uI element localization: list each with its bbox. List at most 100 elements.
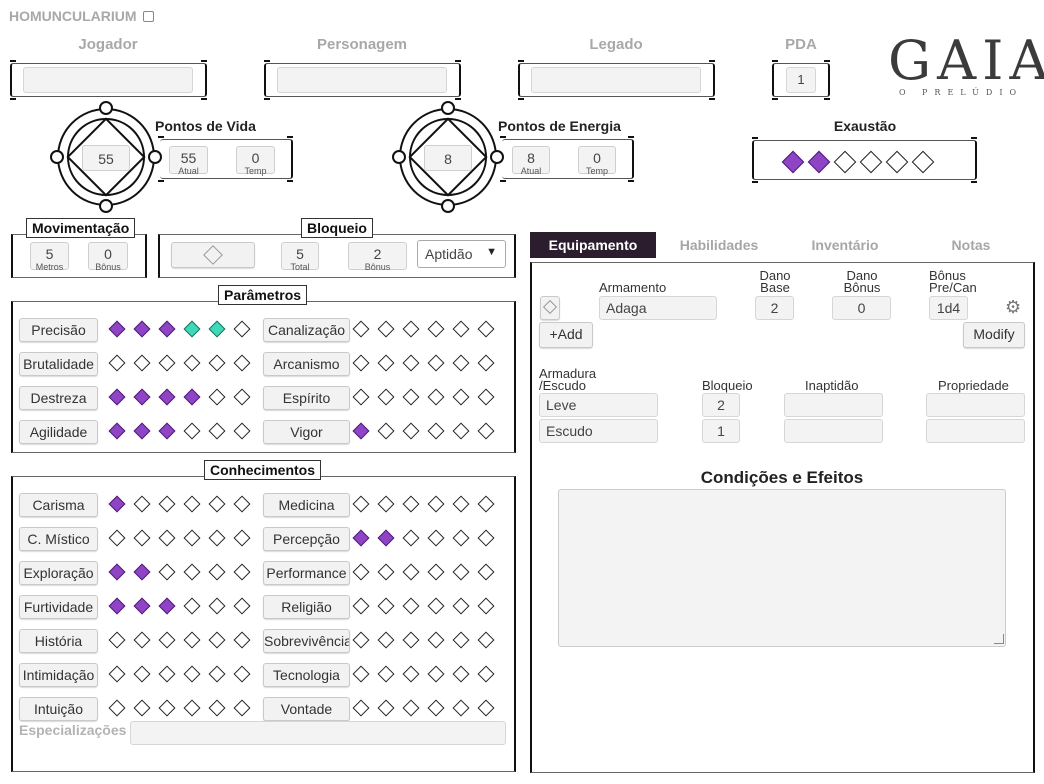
bloqueio-bonus-input[interactable]: 2 Bônus — [348, 242, 407, 272]
modify-button[interactable]: Modify — [963, 322, 1025, 348]
bloqueio-select[interactable]: Aptidão ▼ — [417, 240, 506, 268]
conhecimentos-right-skill-button[interactable]: Sobrevivência — [263, 629, 350, 653]
exaustao-label: Exaustão — [833, 118, 897, 134]
bloqueio-total-label: Total — [290, 262, 310, 272]
bloqueio-bonus-label: Bônus — [364, 262, 391, 272]
personagem-input[interactable] — [277, 67, 447, 93]
armamento-input[interactable]: Adaga — [599, 296, 717, 320]
vida-temp-value: 0 — [251, 150, 260, 166]
armor-bloqueio-input[interactable]: 2 — [702, 393, 740, 417]
energia-max-input[interactable]: 8 — [424, 145, 472, 171]
conhecimentos-left-skill-button[interactable]: Intimidação — [19, 663, 98, 687]
condicoes-textarea[interactable] — [558, 489, 1006, 647]
armadura-label-line2: /Escudo — [539, 378, 586, 393]
bloqueio-roll-button[interactable] — [171, 242, 255, 268]
jogador-label: Jogador — [78, 36, 138, 53]
vida-atual-input[interactable]: 55 Atual — [169, 146, 208, 176]
bloqueio-total-value: 5 — [296, 246, 304, 262]
parametros-right-skill-button[interactable]: Vigor — [263, 420, 350, 444]
armor-propriedade-input[interactable] — [926, 393, 1025, 417]
conhecimentos-left-skill-button[interactable]: Carisma — [19, 493, 98, 517]
exaustao-diamond[interactable] — [807, 150, 831, 174]
energia-label: Pontos de Energia — [498, 118, 621, 134]
parametros-left-skill-button[interactable]: Brutalidade — [19, 352, 98, 376]
conhecimentos-right-skill-button[interactable]: Percepção — [263, 527, 350, 551]
vida-max-value: 55 — [98, 151, 114, 167]
chevron-down-icon: ▼ — [486, 246, 497, 258]
legado-label: Legado — [589, 36, 643, 53]
vida-atual-label: Atual — [178, 166, 199, 176]
dano-base-label: Dano Base — [752, 269, 798, 294]
tab-equipamento[interactable]: Equipamento — [530, 232, 656, 258]
tab-habilidades[interactable]: Habilidades — [656, 232, 782, 258]
conhecimentos-right-skill-button[interactable]: Performance — [263, 561, 350, 585]
armor-bloqueio-input[interactable]: 1 — [702, 419, 740, 443]
exaustao-diamond[interactable] — [911, 150, 935, 174]
vida-temp-input[interactable]: 0 Temp — [236, 146, 275, 176]
exaustao-diamond[interactable] — [859, 150, 883, 174]
legado-input[interactable] — [531, 67, 701, 93]
bloqueio-total-input[interactable]: 5 Total — [281, 242, 319, 272]
conhecimentos-left-skill-button[interactable]: Furtividade — [19, 595, 98, 619]
conhecimentos-left-skill-button[interactable]: Intuição — [19, 697, 98, 721]
movimentacao-metros-label: Metros — [35, 262, 64, 272]
parametros-right-skill-button[interactable]: Espírito — [263, 386, 350, 410]
parametros-left-skill-button[interactable]: Precisão — [19, 318, 98, 342]
especializacoes-input[interactable] — [130, 721, 506, 745]
conhecimentos-left-skill-button[interactable]: História — [19, 629, 98, 653]
dice-icon — [203, 245, 223, 265]
resize-handle-icon[interactable] — [994, 634, 1004, 644]
dano-bonus-label: Dano Bônus — [836, 269, 888, 294]
movimentacao-metros-input[interactable]: 5 Metros — [30, 242, 69, 272]
dano-base-input[interactable]: 2 — [755, 296, 794, 320]
energia-atual-input[interactable]: 8 Atual — [512, 146, 550, 176]
exaustao-diamond[interactable] — [781, 150, 805, 174]
add-button[interactable]: +Add — [539, 322, 593, 348]
pda-input[interactable]: 1 — [786, 67, 816, 93]
conhecimentos-right-skill-button[interactable]: Tecnologia — [263, 663, 350, 687]
armor-inaptidao-input[interactable] — [784, 419, 883, 443]
logo-word: GAIA — [888, 29, 1044, 92]
bonus-precan-input[interactable]: 1d4 — [929, 296, 968, 320]
armor-propriedade-input[interactable] — [926, 419, 1025, 443]
movimentacao-bonus-value: 0 — [104, 246, 112, 262]
energia-temp-label: Temp — [585, 166, 608, 176]
armor-name-input[interactable]: Escudo — [539, 419, 658, 443]
parametros-right-skill-button[interactable]: Arcanismo — [263, 352, 350, 376]
personagem-label: Personagem — [316, 36, 408, 53]
conhecimentos-right-skill-button[interactable]: Medicina — [263, 493, 350, 517]
conhecimentos-left-skill-button[interactable]: Exploração — [19, 561, 98, 585]
vida-atual-value: 55 — [180, 150, 197, 166]
bloqueio-title: Bloqueio — [301, 218, 373, 238]
app-title-text: HOMUNCULARIUM — [9, 8, 137, 24]
energia-temp-input[interactable]: 0 Temp — [578, 146, 616, 176]
vida-temp-label: Temp — [244, 166, 267, 176]
bonus-precan-label-line2: Pre/Can — [929, 280, 977, 295]
armor-inaptidao-input[interactable] — [784, 393, 883, 417]
parametros-left-skill-button[interactable]: Destreza — [19, 386, 98, 410]
jogador-input[interactable] — [23, 67, 193, 93]
movimentacao-metros-value: 5 — [45, 246, 54, 262]
parametros-left-skill-button[interactable]: Agilidade — [19, 420, 98, 444]
conhecimentos-right-skill-button[interactable]: Vontade — [263, 697, 350, 721]
parametros-right-skill-button[interactable]: Canalização — [263, 318, 350, 342]
movimentacao-bonus-input[interactable]: 0 Bônus — [88, 242, 128, 272]
inaptidao-label: Inaptidão — [805, 378, 859, 393]
tab-inventario[interactable]: Inventário — [782, 232, 908, 258]
vida-max-input[interactable]: 55 — [82, 145, 130, 171]
condicoes-title: Condições e Efeitos — [700, 468, 864, 487]
exaustao-diamond[interactable] — [833, 150, 857, 174]
tab-notas[interactable]: Notas — [908, 232, 1034, 258]
gear-icon[interactable]: ⚙ — [1005, 297, 1021, 318]
conhecimentos-title: Conhecimentos — [204, 460, 322, 480]
armamento-roll-button[interactable] — [540, 296, 560, 320]
conhecimentos-left-skill-button[interactable]: C. Místico — [19, 527, 98, 551]
armor-name-input[interactable]: Leve — [539, 393, 658, 417]
movimentacao-title: Movimentação — [26, 218, 136, 238]
dano-bonus-input[interactable]: 0 — [832, 296, 891, 320]
checkbox-icon[interactable] — [143, 11, 155, 22]
exaustao-diamond[interactable] — [885, 150, 909, 174]
conhecimentos-right-skill-button[interactable]: Religião — [263, 595, 350, 619]
movimentacao-bonus-label: Bônus — [95, 262, 121, 272]
energia-atual-label: Atual — [520, 166, 542, 176]
